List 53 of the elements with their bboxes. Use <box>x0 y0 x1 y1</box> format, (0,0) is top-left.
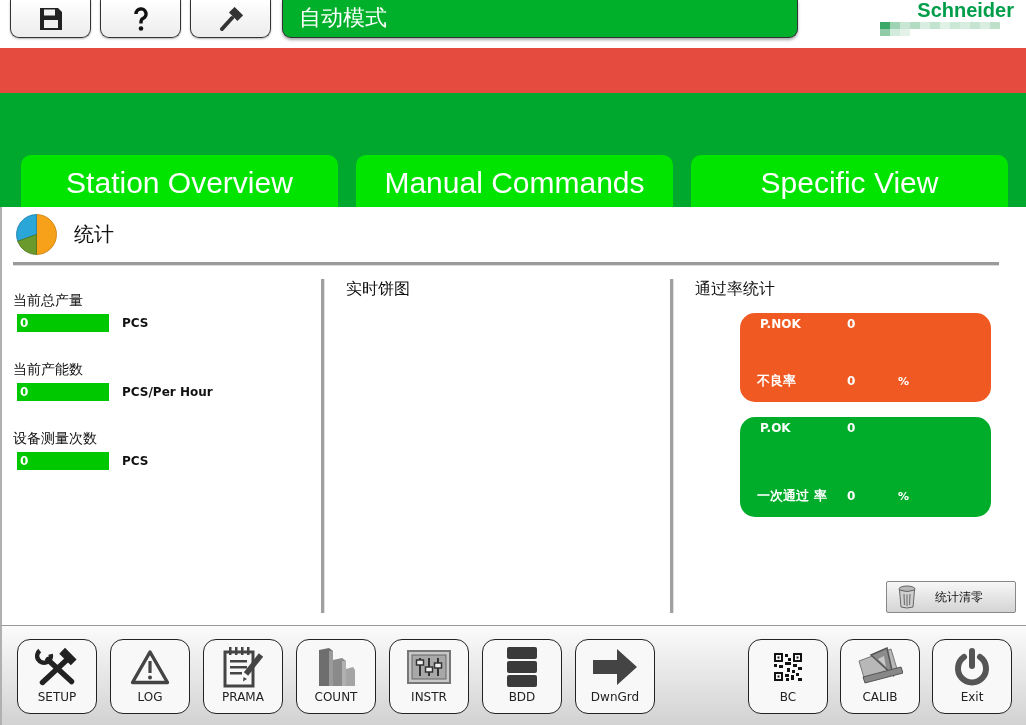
count-label: P.OK <box>760 421 792 435</box>
clear-stats-button[interactable]: 统计清零 <box>886 581 1016 613</box>
rate-value: 0 <box>847 489 857 503</box>
notepad-pencil-icon <box>222 646 264 688</box>
counter-label: 当前总产量 <box>13 291 84 309</box>
unit-label: PCS <box>122 454 149 468</box>
toolbar-button[interactable]: BDD <box>482 639 562 714</box>
toolbar-button[interactable]: CALIB <box>840 639 920 714</box>
counter-label: 设备测量次数 <box>13 429 98 447</box>
counter-label: 当前产能数 <box>13 360 84 378</box>
count-value: 0 <box>847 421 857 435</box>
toolbar-button[interactable]: PRAMA <box>203 639 283 714</box>
toolbar-button[interactable]: Exit <box>932 639 1012 714</box>
tool-button[interactable] <box>190 0 271 38</box>
warning-icon <box>130 649 170 685</box>
count-label: P.NOK <box>760 317 802 331</box>
arrow-right-icon <box>593 649 637 685</box>
section-title: 统计 <box>74 221 114 248</box>
hammer-icon <box>218 6 243 31</box>
help-icon <box>133 6 148 31</box>
sliders-icon <box>407 650 451 684</box>
value-readout: 0 <box>17 314 109 332</box>
power-icon <box>954 648 990 686</box>
toolbar-button[interactable]: INSTR <box>389 639 469 714</box>
rate-label: 一次通过 率 <box>757 487 828 505</box>
set-square-ruler-icon <box>857 647 903 687</box>
count-value: 0 <box>847 317 857 331</box>
stack-icon <box>506 646 538 688</box>
rate-label: 不良率 <box>757 372 797 390</box>
percent-unit: % <box>898 374 910 388</box>
toolbar-button[interactable]: SETUP <box>17 639 97 714</box>
mode-banner: 自动模式 <box>282 0 798 38</box>
unit-label: PCS <box>122 316 149 330</box>
toolbar-button[interactable]: COUNT <box>296 639 376 714</box>
toolbar-button[interactable]: BC <box>748 639 828 714</box>
save-icon <box>38 6 63 31</box>
bar-chart-icon <box>316 646 356 688</box>
wrench-hammer-icon <box>35 647 79 687</box>
panel-title: 实时饼图 <box>346 279 410 298</box>
rate-value: 0 <box>847 374 857 388</box>
toolbar-button[interactable]: DwnGrd <box>575 639 655 714</box>
panel-title: 通过率统计 <box>695 279 776 299</box>
logo-text: Schneider <box>917 0 1014 20</box>
pie-chart-icon <box>15 213 58 256</box>
trash-icon <box>897 585 917 609</box>
help-button[interactable] <box>100 0 181 38</box>
unit-label: PCS/Per Hour <box>122 385 213 399</box>
percent-unit: % <box>898 489 910 503</box>
toolbar-button[interactable]: LOG <box>110 639 190 714</box>
save-button[interactable] <box>10 0 91 38</box>
value-readout: 0 <box>17 452 109 470</box>
qr-code-icon <box>774 653 802 681</box>
value-readout: 0 <box>17 383 109 401</box>
